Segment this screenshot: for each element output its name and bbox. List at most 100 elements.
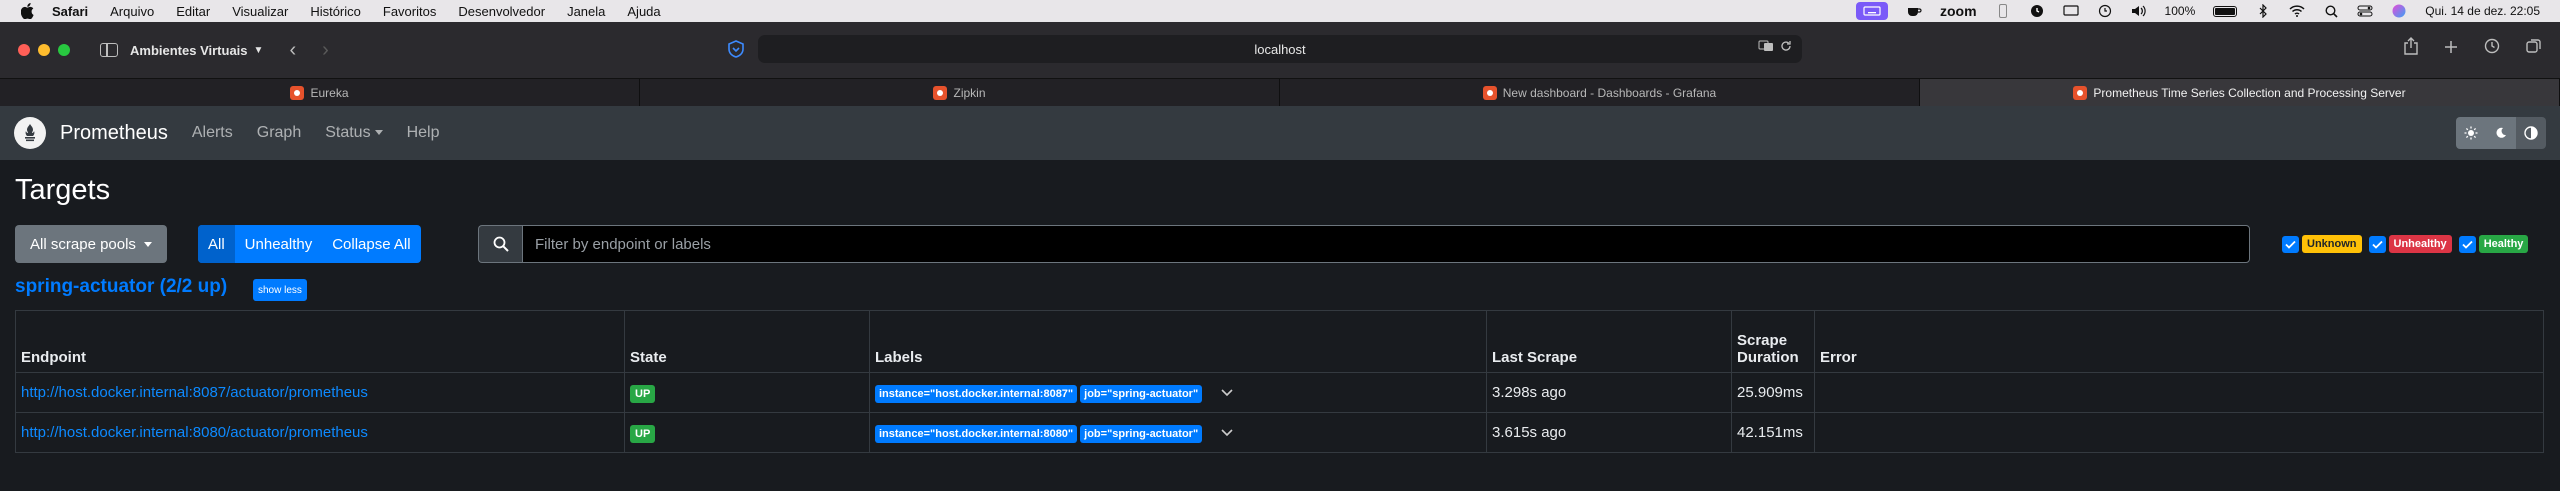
table-row: http://host.docker.internal:8087/actuato… — [15, 372, 2544, 413]
theme-switcher — [2456, 117, 2546, 149]
endpoint-link[interactable]: http://host.docker.internal:8087/actuato… — [21, 384, 368, 401]
menu-safari[interactable]: Safari — [52, 4, 88, 19]
job-title-link[interactable]: spring-actuator (2/2 up) — [15, 276, 227, 298]
search-input[interactable] — [522, 225, 2250, 263]
favicon-icon — [1482, 85, 1497, 100]
column-header-state: State — [624, 310, 870, 373]
close-window-button[interactable] — [18, 44, 30, 56]
table-header-row: Endpoint State Labels Last Scrape Scrape… — [15, 310, 2544, 373]
zoom-label[interactable]: zoom — [1940, 3, 1977, 19]
back-arrow-icon[interactable]: ‹ — [289, 39, 296, 62]
filter-all-button[interactable]: All — [198, 225, 235, 263]
favicon-icon — [933, 85, 948, 100]
collapse-all-button[interactable]: Collapse All — [322, 225, 420, 263]
healthy-checkbox[interactable] — [2458, 235, 2476, 253]
targets-table: Endpoint State Labels Last Scrape Scrape… — [15, 310, 2544, 453]
apple-icon[interactable] — [18, 2, 36, 20]
state-cell: UP — [624, 412, 870, 453]
tab-overview-icon[interactable] — [2526, 38, 2542, 59]
sidebar-toggle-icon[interactable] — [100, 43, 118, 57]
address-bar[interactable]: localhost — [758, 35, 1802, 63]
search-icon — [478, 225, 522, 263]
labels-cell: instance="host.docker.internal:8080" job=… — [869, 412, 1487, 453]
menu-favoritos[interactable]: Favoritos — [383, 4, 436, 19]
wifi-icon[interactable] — [2289, 4, 2305, 18]
endpoint-link[interactable]: http://host.docker.internal:8080/actuato… — [21, 424, 368, 441]
coffee-icon[interactable] — [1906, 4, 1922, 18]
menu-visualizar[interactable]: Visualizar — [232, 4, 288, 19]
healthy-badge: Healthy — [2478, 235, 2529, 253]
history-clock-icon[interactable] — [2484, 38, 2500, 59]
volume-icon[interactable] — [2131, 4, 2147, 18]
labels-cell: instance="host.docker.internal:8087" job=… — [869, 372, 1487, 413]
tab-grafana[interactable]: New dashboard - Dashboards - Grafana — [1280, 79, 1920, 106]
endpoint-cell: http://host.docker.internal:8087/actuato… — [15, 372, 625, 413]
share-icon[interactable] — [2404, 37, 2418, 60]
label-badge-instance: instance="host.docker.internal:8080" — [875, 424, 1078, 443]
url-text: localhost — [1254, 41, 1306, 57]
menubar-clock[interactable]: Qui. 14 de dez. 22:05 — [2425, 4, 2540, 18]
unhealthy-badge: Unhealthy — [2388, 235, 2452, 253]
forward-arrow-icon[interactable]: › — [322, 39, 329, 62]
favicon-icon — [2073, 85, 2088, 100]
reload-icon[interactable] — [1780, 40, 1792, 55]
show-less-button[interactable]: show less — [253, 279, 307, 301]
clock-circle-icon[interactable] — [2029, 4, 2045, 18]
unhealthy-checkbox[interactable] — [2368, 235, 2386, 253]
favicon-icon — [290, 85, 305, 100]
tab-title: Eureka — [310, 85, 349, 100]
unknown-checkbox[interactable] — [2282, 235, 2299, 253]
nav-help[interactable]: Help — [407, 124, 440, 142]
nav-status-dropdown[interactable]: Status — [325, 124, 383, 142]
control-center-icon[interactable] — [2357, 4, 2373, 18]
display-icon[interactable] — [2062, 4, 2079, 18]
menu-janela[interactable]: Janela — [567, 4, 605, 19]
keyboard-icon[interactable] — [1855, 2, 1888, 20]
table-row: http://host.docker.internal:8080/actuato… — [15, 412, 2544, 453]
targets-page: Targets All scrape pools All Unhealthy C… — [0, 160, 2560, 491]
unknown-badge: Unknown — [2302, 235, 2362, 253]
tab-group-selector[interactable]: Ambientes Virtuais ▼ — [130, 43, 263, 58]
privacy-shield-icon[interactable] — [726, 39, 746, 59]
error-cell — [1814, 412, 2544, 453]
scrape-pools-dropdown[interactable]: All scrape pools — [15, 225, 167, 263]
adjust-contrast-icon[interactable] — [2516, 117, 2546, 149]
tab-prometheus[interactable]: Prometheus Time Series Collection and Pr… — [1920, 79, 2560, 106]
nav-alerts[interactable]: Alerts — [192, 124, 233, 142]
label-badge-instance: instance="host.docker.internal:8087" — [875, 384, 1078, 403]
search-group — [478, 225, 2250, 263]
menu-desenvolvedor[interactable]: Desenvolvedor — [458, 4, 545, 19]
browser-toolbar: Ambientes Virtuais ▼ ‹ › localhost — [0, 22, 2560, 78]
nav-graph[interactable]: Graph — [257, 124, 301, 142]
scrape-duration-cell: 25.909ms — [1731, 372, 1815, 413]
brand-name[interactable]: Prometheus — [60, 122, 168, 145]
menu-historico[interactable]: Histórico — [310, 4, 361, 19]
tab-title: Prometheus Time Series Collection and Pr… — [2093, 85, 2406, 100]
time-machine-icon[interactable] — [2097, 4, 2113, 18]
chevron-down-icon[interactable] — [1221, 424, 1233, 441]
tab-eureka[interactable]: Eureka — [0, 79, 640, 106]
phone-icon[interactable] — [1995, 4, 2011, 18]
prometheus-logo-icon[interactable] — [14, 117, 46, 149]
minimize-window-button[interactable] — [38, 44, 50, 56]
battery-icon[interactable] — [2213, 5, 2238, 17]
menu-arquivo[interactable]: Arquivo — [110, 4, 154, 19]
prometheus-navbar: Prometheus Alerts Graph Status Help — [0, 106, 2560, 160]
chevron-down-icon[interactable] — [1221, 384, 1233, 401]
zoom-window-button[interactable] — [58, 44, 70, 56]
bluetooth-icon[interactable] — [2255, 4, 2271, 18]
tab-zipkin[interactable]: Zipkin — [640, 79, 1280, 106]
filter-unhealthy-button[interactable]: Unhealthy — [235, 225, 323, 263]
siri-icon[interactable] — [2391, 4, 2407, 18]
endpoint-cell: http://host.docker.internal:8080/actuato… — [15, 412, 625, 453]
column-header-endpoint: Endpoint — [15, 310, 625, 373]
new-tab-icon[interactable] — [2444, 38, 2458, 59]
menu-editar[interactable]: Editar — [176, 4, 210, 19]
menu-ajuda[interactable]: Ajuda — [627, 4, 660, 19]
tab-title: New dashboard - Dashboards - Grafana — [1502, 85, 1717, 100]
moon-icon[interactable] — [2486, 117, 2516, 149]
sun-icon[interactable] — [2456, 117, 2486, 149]
spotlight-search-icon[interactable] — [2323, 4, 2339, 18]
column-header-error: Error — [1814, 310, 2544, 373]
translate-icon[interactable] — [1758, 40, 1774, 55]
